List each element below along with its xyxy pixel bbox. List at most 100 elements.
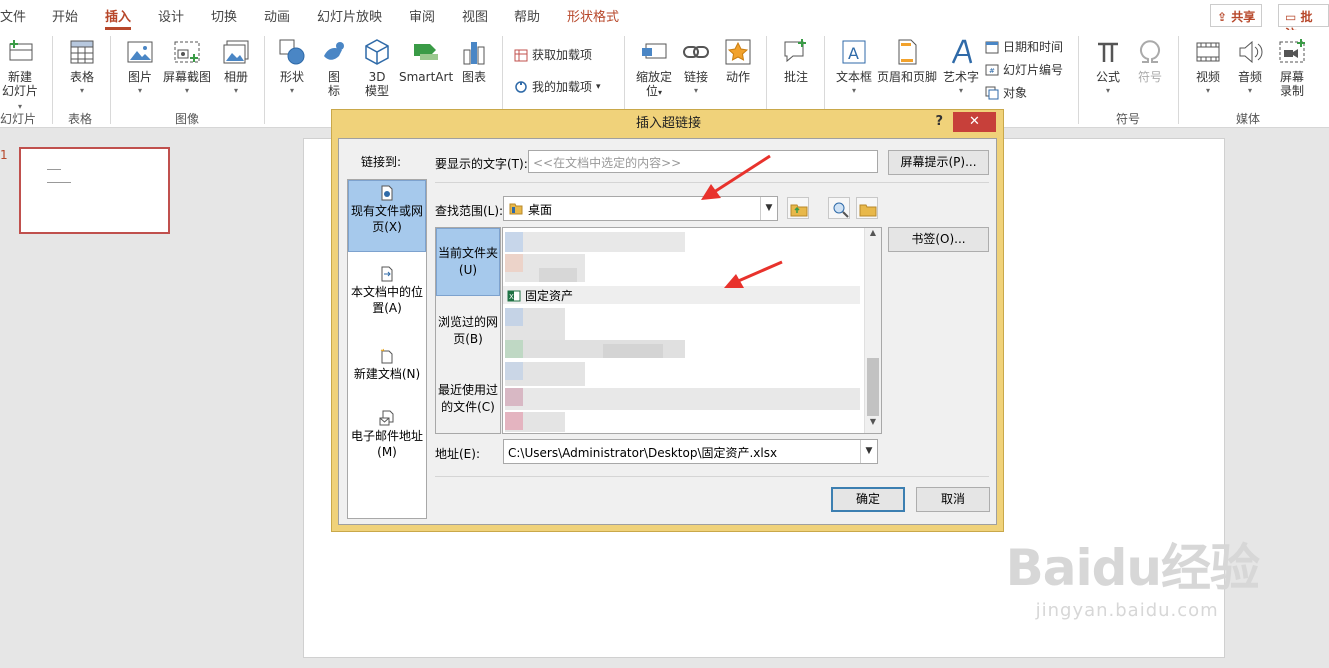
tab-view[interactable]: 视图 <box>462 6 488 25</box>
chevron-down-icon: ▾ <box>1205 86 1210 95</box>
list-item[interactable]: X 固定资产 <box>503 286 860 304</box>
link-button[interactable]: 链接 ▾ <box>680 38 712 98</box>
header-footer-button[interactable]: 页眉和页脚 <box>876 38 938 84</box>
comments-button[interactable]: ▭ 批注 <box>1278 4 1329 41</box>
scroll-down-icon[interactable]: ▼ <box>865 417 881 433</box>
pi-icon <box>1098 42 1118 62</box>
album-button[interactable]: 相册 ▾ <box>220 38 252 98</box>
look-in-label: 查找范围(L): <box>435 204 504 218</box>
omega-icon <box>1140 40 1160 63</box>
action-button[interactable]: 动作 <box>722 38 754 84</box>
tab-home[interactable]: 开始 <box>52 6 78 25</box>
datetime-button[interactable]: 日期和时间 <box>985 38 1063 55</box>
equation-button[interactable]: 公式 ▾ <box>1092 38 1124 98</box>
zoom-button[interactable]: 缩放定 位▾ <box>634 38 674 100</box>
tab-transitions[interactable]: 切换 <box>211 6 237 25</box>
share-button[interactable]: ⇪ 共享 <box>1210 4 1263 27</box>
tab-animations[interactable]: 动画 <box>264 6 290 25</box>
thumbnail-text-line <box>47 182 71 183</box>
link-to-place-in-document[interactable]: 本文档中的位置(A) <box>348 262 426 318</box>
link-to-existing-file[interactable]: 现有文件或网页(X) <box>348 180 426 252</box>
link-to-email[interactable]: 电子邮件地址(M) <box>348 406 426 462</box>
group-label-media: 媒体 <box>1236 112 1261 126</box>
table-icon <box>70 40 94 64</box>
slide-number-label: 幻灯片编号 <box>1003 63 1064 77</box>
get-addins-button[interactable]: 获取加载项 <box>514 46 592 63</box>
slide-number: 1 <box>0 148 8 162</box>
tab-file[interactable]: 文件 <box>0 6 26 25</box>
look-in-value: 桌面 <box>528 203 553 217</box>
store-icon <box>514 49 528 61</box>
my-addins-button[interactable]: 我的加载项 ▾ <box>514 78 601 95</box>
dialog-title: 插入超链接 <box>635 116 701 131</box>
3d-models-label-2: 模型 <box>364 84 389 98</box>
chevron-down-icon: ▾ <box>693 86 698 95</box>
chevron-down-icon: ▾ <box>1105 86 1110 95</box>
scroll-up-icon[interactable]: ▲ <box>865 228 881 244</box>
screenshot-button[interactable]: 屏幕截图 ▾ <box>162 38 212 98</box>
tab-browsed-pages[interactable]: 浏览过的网页(B) <box>436 308 500 360</box>
divider <box>264 36 265 124</box>
picture-button[interactable]: 图片 ▾ <box>124 38 156 98</box>
new-document-icon <box>380 348 393 364</box>
scrollbar-thumb[interactable] <box>867 358 879 416</box>
tab-help[interactable]: 帮助 <box>514 6 540 25</box>
tab-current-folder[interactable]: 当前文件夹(U) <box>436 228 500 296</box>
screen-recording-button[interactable]: 屏幕 录制 <box>1276 38 1308 98</box>
new-slide-button[interactable]: 新建 幻灯片▾ <box>0 38 40 114</box>
video-button[interactable]: 视频 ▾ <box>1192 38 1224 98</box>
picture-label: 图片 <box>127 70 152 84</box>
symbol-button[interactable]: 符号 <box>1134 38 1166 84</box>
watermark-url: jingyan.baidu.com <box>1035 600 1219 621</box>
share-label: 共享 <box>1231 10 1256 24</box>
new-slide-label: 新建 <box>7 70 32 84</box>
close-button[interactable]: ✕ <box>953 112 996 132</box>
comment-ribbon-button[interactable]: 批注 <box>780 38 812 84</box>
bookmark-button[interactable]: 书签(O)... <box>888 227 989 252</box>
svg-text:X: X <box>509 293 514 301</box>
chart-button[interactable]: 图表 <box>458 38 490 84</box>
slide-number-button[interactable]: # 幻灯片编号 <box>985 61 1063 78</box>
chevron-down-icon: ▾ <box>184 86 189 95</box>
tab-shape-format[interactable]: 形状格式 <box>567 6 619 25</box>
video-label: 视频 <box>1195 70 1220 84</box>
tab-review[interactable]: 审阅 <box>409 6 435 25</box>
link-to-new-document[interactable]: 新建文档(N) <box>348 344 426 384</box>
help-button[interactable]: ? <box>935 114 943 129</box>
tab-slideshow[interactable]: 幻灯片放映 <box>317 6 382 25</box>
smartart-button[interactable]: SmartArt <box>399 38 453 84</box>
object-icon <box>985 86 999 99</box>
file-list[interactable]: X 固定资产 ▲ ▼ <box>502 227 882 434</box>
slide-thumbnail[interactable] <box>19 147 170 234</box>
object-button[interactable]: 对象 <box>985 84 1027 101</box>
textbox-button[interactable]: A 文本框 ▾ <box>834 38 874 98</box>
group-label-images: 图像 <box>175 112 200 126</box>
wordart-button[interactable]: 艺术字 ▾ <box>942 38 980 98</box>
comment-icon: ▭ <box>1285 10 1297 24</box>
cancel-button[interactable]: 取消 <box>916 487 990 512</box>
table-button[interactable]: 表格 ▾ <box>64 38 100 98</box>
address-input[interactable]: C:\Users\Administrator\Desktop\固定资产.xlsx… <box>503 439 878 464</box>
tab-design[interactable]: 设计 <box>158 6 184 25</box>
blurred-file-item <box>539 268 577 282</box>
group-label-tables: 表格 <box>68 112 93 126</box>
icons-button[interactable]: 图 标 <box>318 38 350 98</box>
chevron-down-icon: ▾ <box>958 86 963 95</box>
web-file-icon <box>381 185 393 201</box>
shapes-button[interactable]: 形状 ▾ <box>276 38 308 98</box>
slide-number-icon: # <box>985 64 999 75</box>
blurred-file-icon <box>505 232 523 252</box>
ok-button[interactable]: 确定 <box>831 487 905 512</box>
audio-button[interactable]: 音频 ▾ <box>1234 38 1266 98</box>
symbol-label: 符号 <box>1137 70 1162 84</box>
tab-recent-files[interactable]: 最近使用过的文件(C) <box>436 376 500 428</box>
browse-file-button[interactable] <box>856 197 878 219</box>
file-list-scrollbar[interactable]: ▲ ▼ <box>864 228 881 433</box>
up-folder-button[interactable] <box>787 197 809 219</box>
comment-ribbon-label: 批注 <box>783 70 808 84</box>
tab-insert[interactable]: 插入 <box>105 6 132 30</box>
3d-models-button[interactable]: 3D 模型 <box>360 38 394 98</box>
screentip-button[interactable]: 屏幕提示(P)... <box>888 150 989 175</box>
browse-web-button[interactable] <box>828 197 850 219</box>
action-label: 动作 <box>725 70 750 84</box>
